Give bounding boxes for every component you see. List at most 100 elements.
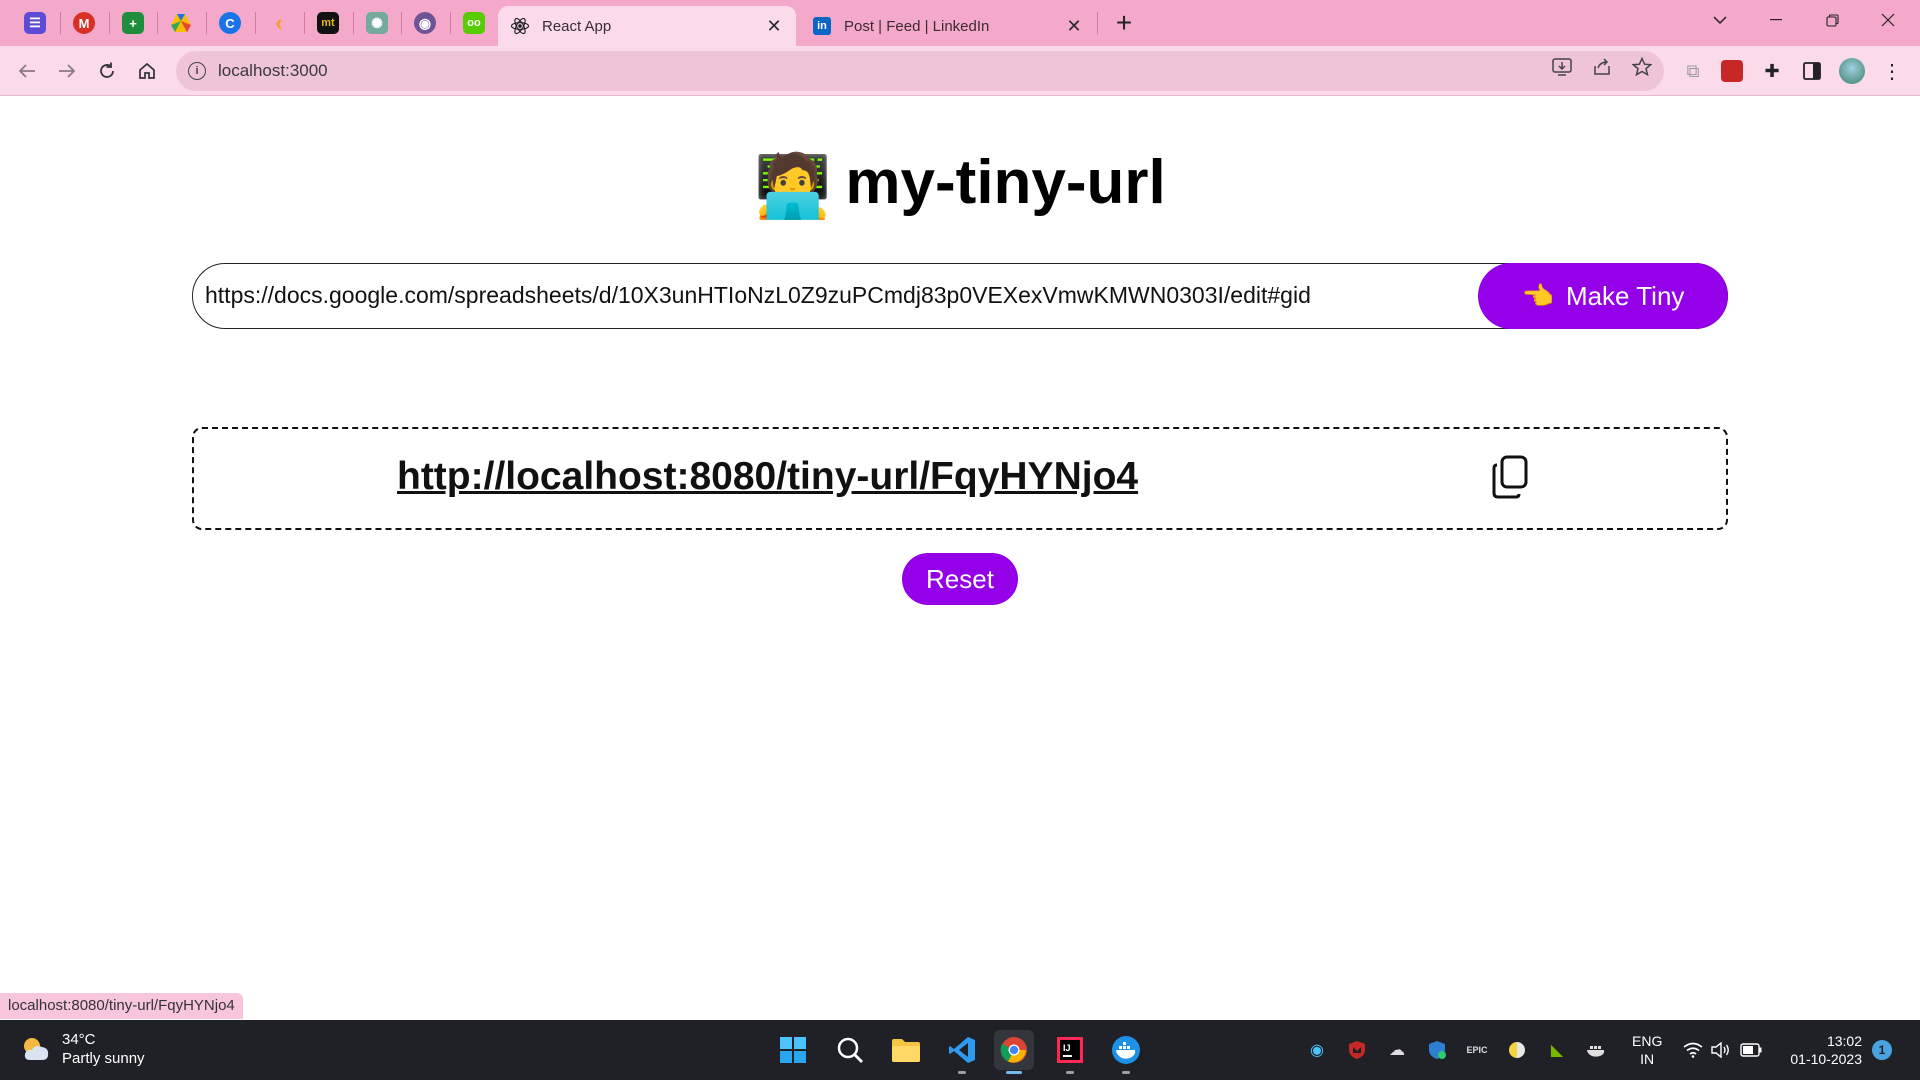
address-text: localhost:3000 [218,61,328,80]
restore-button[interactable] [1804,0,1860,40]
github-icon: ◉ [414,12,436,34]
arrow-right-icon [59,64,76,78]
address-bar[interactable]: i localhost:3000 [176,51,1664,91]
yellow-tray-icon[interactable] [1504,1036,1530,1064]
intellij-icon: IJ [1057,1037,1083,1063]
cloud-tray-icon[interactable]: ☁ [1384,1036,1410,1064]
search-button[interactable] [830,1030,870,1070]
copy-icon[interactable] [1488,453,1532,501]
taskbar-chrome[interactable] [994,1030,1034,1074]
chatgpt-icon: ✺ [366,12,388,34]
reload-icon [100,62,114,78]
tab-search-button[interactable] [1692,0,1748,40]
short-url-link[interactable]: http://localhost:8080/tiny-url/FqyHYNjo4 [397,455,1138,499]
browser-tab-strip: ☰ M + C ‹ mt ✺ ◉ oo React App ✕ in Post … [0,0,1920,46]
notification-badge[interactable]: 1 [1872,1040,1892,1060]
pinned-tab-gmail[interactable]: M [61,6,107,40]
pointing-hand-icon: 👈 [1521,280,1554,311]
short-url-box: http://localhost:8080/tiny-url/FqyHYNjo4 [192,427,1728,530]
make-tiny-button[interactable]: 👈 Make Tiny [1478,263,1728,329]
chevron-down-icon [1713,16,1727,24]
forward-button[interactable] [50,54,84,88]
taskbar-vscode[interactable] [942,1030,982,1074]
tab-label: React App [542,17,612,35]
new-tab-button[interactable]: + [1106,8,1142,40]
home-button[interactable] [130,54,164,88]
reload-button[interactable] [90,54,124,88]
drive-icon [171,14,191,32]
docker-tray-icon[interactable] [1584,1036,1610,1064]
epic-games-tray-icon[interactable]: EPIC [1464,1036,1490,1064]
site-info-icon[interactable]: i [188,62,206,80]
side-panel-icon[interactable] [1798,57,1826,85]
defender-tray-icon[interactable] [1424,1036,1450,1064]
home-icon [139,62,155,79]
weather-text: Partly sunny [62,1050,145,1067]
share-icon[interactable] [1591,56,1613,78]
search-icon [837,1037,863,1063]
running-indicator [1122,1071,1130,1074]
taskbar-intellij[interactable]: IJ [1050,1030,1090,1074]
pinned-tab-github[interactable]: ◉ [402,6,448,40]
time: 13:02 [1826,1033,1862,1049]
pinned-tab-monkeytype[interactable]: mt [305,6,351,40]
tab-react-app[interactable]: React App ✕ [498,6,796,46]
monkeytype-icon: mt [317,12,339,34]
reset-button[interactable]: Reset [902,553,1018,605]
mcafee-tray-icon[interactable] [1344,1036,1370,1064]
red-extension-icon[interactable] [1718,57,1746,85]
pinned-tab-tasks[interactable]: ☰ [12,6,58,40]
language-indicator[interactable]: ENG IN [1632,1032,1662,1068]
taskbar-docker[interactable] [1106,1030,1146,1074]
svg-text:IJ: IJ [1063,1043,1071,1053]
pinned-tab-leetcode[interactable]: ‹ [256,6,302,40]
puzzle-extensions-icon[interactable]: ✚ [1758,57,1786,85]
duolingo-icon: oo [463,12,485,34]
close-icon[interactable]: ✕ [764,16,784,36]
avatar[interactable] [1838,57,1866,85]
battery-icon[interactable] [1738,1036,1764,1064]
weather-widget[interactable]: 34°C Partly sunny [20,1030,145,1068]
eye-tray-icon[interactable]: ◉ [1304,1036,1330,1064]
folder-icon [892,1039,920,1062]
vscode-icon [949,1037,975,1063]
chrome-icon [1000,1037,1027,1063]
menu-kebab-icon[interactable]: ⋮ [1878,57,1906,85]
running-indicator [1066,1071,1074,1074]
clock[interactable]: 13:02 01-10-2023 [1780,1032,1862,1068]
url-form: 👈 Make Tiny [192,263,1728,329]
leetcode-icon: ‹ [275,10,283,35]
close-icon[interactable]: ✕ [1064,16,1084,36]
tab-linkedin[interactable]: in Post | Feed | LinkedIn ✕ [800,6,1096,46]
technologist-icon: 🧑‍💻 [754,152,832,222]
taskbar-file-explorer[interactable] [886,1030,926,1070]
pinned-tab-c[interactable]: C [207,6,253,40]
pinned-tab-chatgpt[interactable]: ✺ [354,6,400,40]
make-tiny-label: Make Tiny [1565,280,1685,311]
lang-top: ENG [1632,1033,1663,1049]
temperature: 34°C [62,1031,96,1048]
pinned-tab-sheets[interactable]: + [110,6,156,40]
pinned-tab-drive[interactable] [158,6,204,40]
minimize-button[interactable] [1748,0,1804,40]
title-text: my-tiny-url [845,148,1166,217]
close-window-button[interactable] [1860,0,1916,40]
pinned-tab-duolingo[interactable]: oo [451,6,497,40]
long-url-input[interactable] [205,264,1485,327]
start-button[interactable] [773,1030,813,1070]
install-app-icon[interactable] [1551,56,1573,78]
translate-extension-icon[interactable]: ⧉ [1679,57,1707,85]
back-button[interactable] [10,54,44,88]
bookmark-star-icon[interactable] [1631,56,1653,78]
volume-icon[interactable] [1708,1036,1734,1064]
nvidia-tray-icon[interactable]: ◣ [1544,1036,1570,1064]
partly-sunny-icon [24,1038,49,1060]
tasks-icon: ☰ [24,12,46,34]
c-icon: C [219,12,241,34]
wifi-icon[interactable] [1680,1036,1706,1064]
sheets-icon: + [122,12,144,34]
date: 01-10-2023 [1790,1051,1862,1067]
browser-toolbar: i localhost:3000 ⧉ ✚ ⋮ [0,46,1920,96]
active-indicator [1006,1071,1022,1074]
running-indicator [958,1071,966,1074]
